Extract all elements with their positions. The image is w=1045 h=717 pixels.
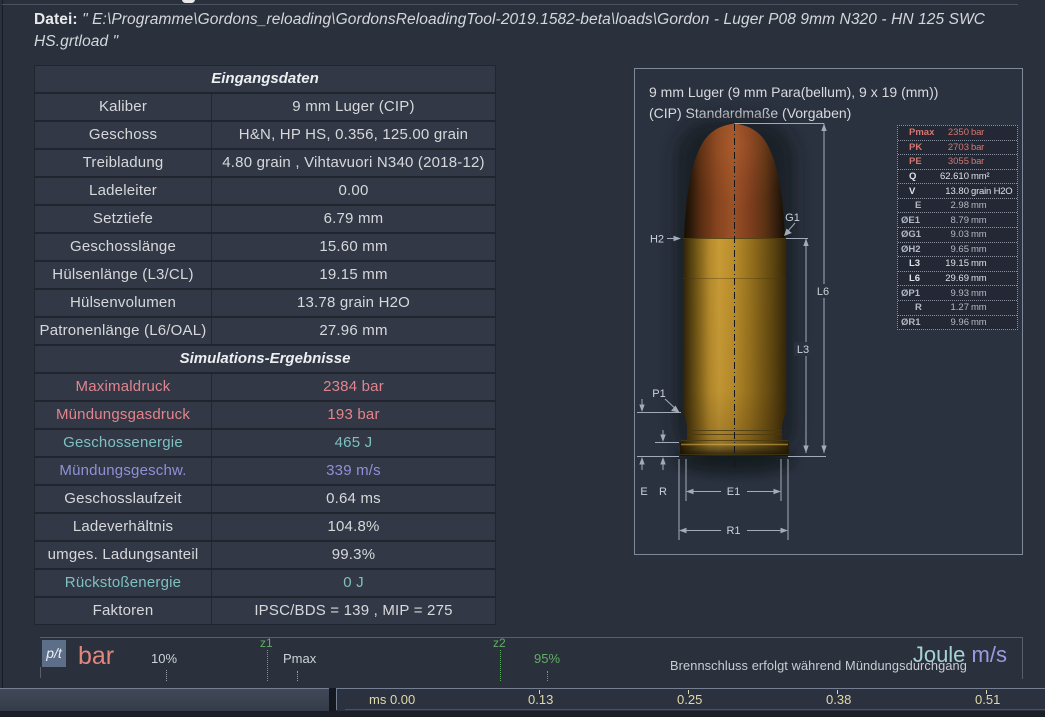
svg-text:L6: L6 [817,286,829,298]
svg-text:H2: H2 [650,234,664,246]
svg-text:L3: L3 [797,344,809,356]
svg-text:P1: P1 [652,388,665,400]
svg-text:E1: E1 [727,486,740,498]
svg-text:R1: R1 [726,525,740,537]
svg-text:G1: G1 [785,212,800,224]
svg-text:E: E [640,486,647,498]
svg-text:R: R [659,486,667,498]
